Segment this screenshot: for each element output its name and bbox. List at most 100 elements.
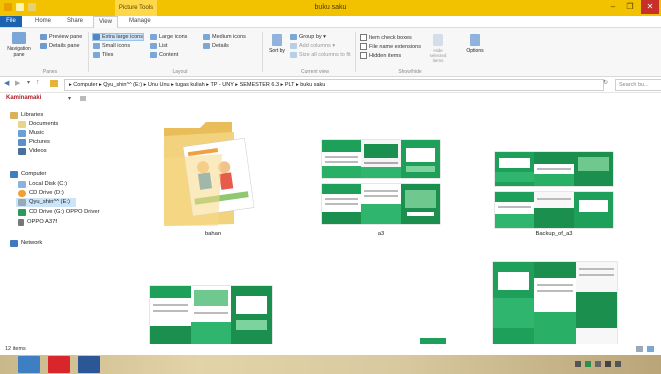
navigation-pane-button[interactable]: Navigation pane — [7, 32, 31, 58]
nav-item-libraries[interactable]: Libraries — [10, 111, 43, 120]
volume-icon[interactable] — [615, 361, 621, 367]
details-pane-icon — [40, 43, 47, 49]
extra-large-icons-label: Extra large icons — [102, 34, 143, 40]
maximize-button[interactable]: ❐ — [622, 0, 638, 14]
nav-item-qyu-shin[interactable]: Qyu_shin^^ (E:) — [16, 198, 76, 207]
tray-icon[interactable] — [585, 361, 591, 367]
nav-label: OPPO A37f — [27, 219, 57, 225]
add-columns-label: Add columns ▾ — [299, 43, 336, 49]
file-name-extensions-toggle[interactable]: File name extensions — [360, 43, 421, 50]
refresh-icon[interactable]: ↻ — [603, 79, 608, 86]
content-option[interactable]: Content — [150, 52, 178, 58]
extra-large-icons-icon — [93, 34, 100, 40]
details-view-icon[interactable] — [636, 346, 643, 352]
new-folder-icon[interactable] — [28, 3, 36, 11]
tab-file[interactable]: File — [0, 16, 22, 27]
hide-selected-label: Hide selected items — [429, 48, 447, 63]
list-option[interactable]: List — [150, 43, 168, 49]
search-input[interactable]: Search bu... — [615, 79, 661, 91]
nav-item-computer[interactable]: Computer — [10, 170, 46, 179]
preview-pane-button[interactable]: Preview pane — [40, 34, 82, 40]
options-label: Options — [466, 48, 484, 54]
medium-icons-option[interactable]: Medium icons — [203, 34, 246, 40]
nav-item-documents[interactable]: Documents — [18, 120, 58, 129]
large-icons-view-icon[interactable] — [647, 346, 654, 352]
network-tray-icon[interactable] — [605, 361, 611, 367]
nav-label: Documents — [29, 121, 59, 127]
list-icon — [150, 43, 157, 49]
group-by-button[interactable]: Group by ▾ — [290, 34, 326, 40]
content-icon — [150, 52, 157, 58]
toolbar-dropdown-icon[interactable]: ▾ — [68, 95, 71, 102]
drive-icon — [18, 199, 26, 206]
details-pane-button[interactable]: Details pane — [40, 43, 80, 49]
file-item-bahan[interactable] — [160, 110, 265, 228]
nav-item-cd-drive-g[interactable]: CD Drive (G:) OPPO Driver — [18, 208, 100, 217]
size-columns-button[interactable]: Size all columns to fit — [290, 52, 351, 58]
nav-label: Libraries — [21, 112, 44, 118]
back-arrow-icon[interactable]: ◀ — [4, 79, 9, 87]
file-item-brochure-4[interactable] — [150, 286, 272, 344]
word-taskbar-icon[interactable] — [78, 356, 100, 373]
large-icons-option[interactable]: Large icons — [150, 34, 187, 40]
nav-label: Videos — [29, 148, 47, 154]
nav-item-music[interactable]: Music — [18, 129, 44, 138]
item-check-boxes-checkbox[interactable] — [360, 34, 367, 41]
pictures-icon — [18, 139, 26, 146]
toolbar-settings-icon[interactable] — [80, 96, 86, 101]
tray-icon[interactable] — [595, 361, 601, 367]
nav-label: CD Drive (D:) — [29, 190, 64, 196]
file-item-brochure-6[interactable] — [493, 262, 617, 344]
small-icons-option[interactable]: Small icons — [93, 43, 130, 49]
folder-icon[interactable] — [4, 3, 12, 11]
brand-toolbar-label[interactable]: Kaminamaki — [6, 95, 41, 101]
small-icons-icon — [93, 43, 100, 49]
nav-label: Computer — [21, 171, 47, 177]
file-name-extensions-checkbox[interactable] — [360, 43, 367, 50]
explorer-taskbar-icon[interactable] — [18, 356, 40, 373]
nav-item-network[interactable]: Network — [10, 239, 42, 248]
nav-item-videos[interactable]: Videos — [18, 147, 47, 156]
forward-arrow-icon[interactable]: ▶ — [15, 79, 20, 87]
show-hide-group-label: Show/hide — [398, 69, 422, 75]
tray-icon[interactable] — [575, 361, 581, 367]
file-item-backup-of-a3[interactable] — [495, 152, 613, 228]
properties-icon[interactable] — [16, 3, 24, 11]
up-arrow-icon[interactable]: ↑ — [36, 79, 40, 86]
address-bar[interactable]: ▸ Computer ▸ Qyu_shin^^ (E:) ▸ Unu Unu ▸… — [64, 79, 604, 91]
brochure-thumbnail-page1 — [322, 140, 440, 178]
tab-manage[interactable]: Manage — [124, 16, 156, 27]
small-icons-label: Small icons — [102, 43, 131, 49]
nav-item-local-disk[interactable]: Local Disk (C:) — [18, 180, 67, 189]
hidden-items-toggle[interactable]: Hidden items — [360, 52, 401, 59]
file-item-a3[interactable] — [322, 140, 440, 224]
hide-selected-items-button[interactable]: Hide selected items — [425, 34, 451, 63]
add-columns-icon — [290, 43, 297, 49]
phone-icon — [18, 219, 24, 226]
sort-by-button[interactable]: Sort by — [268, 34, 286, 54]
nav-label: Network — [21, 240, 43, 246]
minimize-button[interactable]: – — [605, 0, 621, 14]
tiles-option[interactable]: Tiles — [93, 52, 113, 58]
close-button[interactable]: ✕ — [641, 0, 659, 14]
panes-group-label: Panes — [42, 69, 58, 75]
add-columns-button[interactable]: Add columns ▾ — [290, 43, 335, 49]
size-columns-icon — [290, 52, 297, 58]
brochure-thumbnail-page1 — [495, 152, 613, 186]
navigation-pane-label: Navigation pane — [7, 46, 31, 58]
tab-share[interactable]: Share — [62, 16, 88, 27]
options-button[interactable]: Options — [464, 34, 486, 54]
hidden-items-checkbox[interactable] — [360, 52, 367, 59]
extra-large-icons-option[interactable]: Extra large icons — [92, 33, 144, 41]
item-check-boxes-toggle[interactable]: Item check boxes — [360, 34, 412, 41]
acrobat-taskbar-icon[interactable] — [48, 356, 70, 373]
quick-access-toolbar — [4, 3, 36, 11]
details-option[interactable]: Details — [203, 43, 229, 49]
nav-item-cd-drive-d[interactable]: CD Drive (D:) — [18, 189, 64, 198]
tab-view[interactable]: View — [93, 16, 118, 28]
recent-locations-icon[interactable]: ▾ — [27, 79, 30, 86]
tab-home[interactable]: Home — [30, 16, 56, 27]
nav-item-oppo[interactable]: OPPO A37f — [18, 218, 57, 227]
cd-drive-icon — [18, 190, 26, 197]
nav-item-pictures[interactable]: Pictures — [18, 138, 50, 147]
